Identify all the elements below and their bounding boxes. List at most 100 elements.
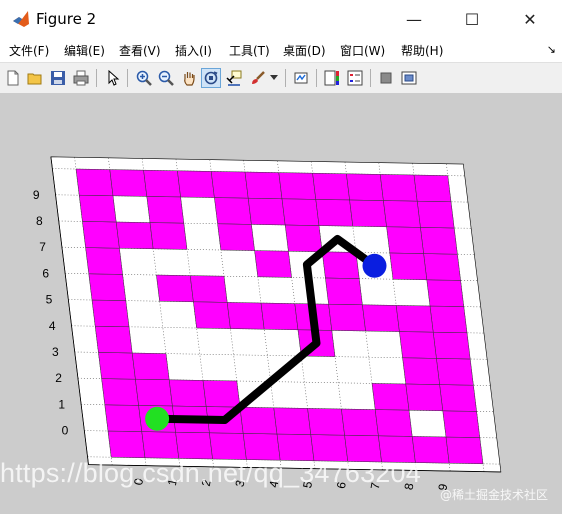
obstacle-cell [244, 171, 283, 200]
hide-plot-tools-icon[interactable] [376, 68, 396, 88]
obstacle-cell [442, 410, 481, 438]
minimize-icon: — [406, 9, 422, 29]
obstacle-cell [101, 378, 139, 406]
obstacle-cell [226, 302, 265, 330]
obstacle-cell [85, 247, 123, 275]
y-tick-label: 7 [39, 240, 46, 254]
obstacle-cell [278, 172, 317, 200]
obstacle-cell [281, 198, 320, 226]
obstacle-cell [82, 221, 120, 249]
maximize-button[interactable]: ☐ [449, 0, 495, 38]
zoom-out-icon[interactable] [156, 68, 176, 88]
menu-overflow-icon[interactable]: ↘ [547, 43, 556, 56]
obstacle-cell [104, 404, 143, 432]
obstacle-cell [91, 299, 130, 328]
obstacle-cell [416, 200, 455, 229]
zoom-in-icon[interactable] [134, 68, 154, 88]
y-tick-label: 6 [42, 266, 49, 280]
obstacle-cell [386, 226, 424, 254]
obstacle-cell [135, 378, 173, 407]
y-tick-label: 8 [36, 214, 43, 228]
menu-desktop[interactable]: 桌面(D) [283, 42, 326, 59]
show-plot-tools-icon[interactable] [399, 68, 419, 88]
colorbar-icon[interactable] [322, 68, 342, 88]
obstacle-cell [109, 169, 148, 197]
toolbar-separator [316, 69, 317, 87]
obstacle-cell [177, 170, 215, 198]
edit-plot-arrow-icon[interactable] [103, 68, 123, 88]
obstacle-cell [189, 275, 228, 303]
y-tick-label: 0 [62, 424, 69, 438]
figure-toolbar [0, 62, 562, 94]
obstacle-cell [413, 174, 452, 203]
new-figure-icon[interactable] [3, 68, 23, 88]
brush-dropdown-icon[interactable] [268, 68, 280, 88]
obstacle-cell [254, 250, 292, 278]
obstacle-cell [284, 224, 323, 253]
obstacle-cell [399, 331, 437, 359]
y-tick-label: 3 [52, 345, 59, 359]
menu-edit[interactable]: 编辑(E) [64, 42, 105, 59]
rotate-3d-icon[interactable] [201, 68, 221, 88]
toolbar-separator [127, 69, 128, 87]
menu-bar: 文件(F) 编辑(E) 查看(V) 插入(I) 工具(T) 桌面(D) 窗口(W… [0, 38, 562, 62]
obstacle-cell [94, 325, 133, 354]
obstacle-cell [175, 431, 213, 460]
goal-marker [362, 253, 387, 278]
obstacle-cell [389, 252, 428, 281]
obstacle-cell [217, 223, 255, 251]
obstacle-cell [156, 274, 194, 303]
menu-help[interactable]: 帮助(H) [401, 42, 443, 59]
toolbar-separator [96, 69, 97, 87]
menu-window[interactable]: 窗口(W) [340, 42, 385, 59]
obstacle-cell [383, 200, 421, 228]
obstacle-cell [374, 409, 413, 437]
obstacle-cell [379, 174, 418, 202]
y-tick-label: 5 [46, 293, 53, 307]
obstacle-cell [436, 358, 474, 386]
obstacle-cell [325, 277, 363, 306]
obstacle-cell [115, 221, 154, 250]
obstacle-cell [141, 431, 180, 459]
obstacle-cell [242, 433, 281, 461]
toolbar-separator [370, 69, 371, 87]
obstacle-cell [260, 302, 299, 331]
menu-file[interactable]: 文件(F) [9, 42, 49, 59]
menu-tools[interactable]: 工具(T) [229, 42, 270, 59]
start-marker [145, 406, 170, 431]
legend-icon[interactable] [345, 68, 365, 88]
minimize-button[interactable]: — [391, 0, 437, 38]
obstacle-cell [75, 168, 114, 197]
maximize-icon: ☐ [464, 9, 480, 29]
watermark-url: https://blog.csdn.net/qq_34763204 [0, 458, 421, 488]
obstacle-cell [328, 303, 366, 332]
close-button[interactable]: ✕ [507, 0, 553, 38]
obstacle-cell [429, 305, 468, 334]
obstacle-cell [193, 301, 231, 329]
obstacle-cell [362, 304, 400, 332]
obstacle-cell [214, 197, 252, 225]
watermark-community: @稀土掘金技术社区 [440, 488, 549, 502]
obstacle-cell [341, 408, 379, 437]
menu-view[interactable]: 查看(V) [119, 42, 161, 59]
matlab-logo-icon [13, 11, 29, 27]
obstacle-cell [445, 436, 484, 465]
obstacle-cell [439, 384, 477, 412]
obstacle-cell [273, 407, 312, 435]
menu-insert[interactable]: 插入(I) [175, 42, 212, 59]
obstacle-cell [426, 279, 465, 307]
maze-plot[interactable]: 01234567890 1 2 3 4 5 6 7 8 9 [0, 93, 562, 514]
save-icon[interactable] [48, 68, 68, 88]
toolbar-separator [285, 69, 286, 87]
y-tick-label: 9 [33, 188, 40, 202]
link-plot-icon[interactable] [291, 68, 311, 88]
window-title: Figure 2 [36, 10, 97, 28]
pan-hand-icon[interactable] [179, 68, 199, 88]
open-file-icon[interactable] [25, 68, 45, 88]
obstacle-cell [420, 227, 458, 255]
obstacle-cell [349, 199, 387, 228]
data-cursor-icon[interactable] [224, 68, 244, 88]
print-icon[interactable] [71, 68, 91, 88]
brush-icon[interactable] [248, 68, 268, 88]
title-bar: Figure 2 — ☐ ✕ [0, 0, 562, 38]
